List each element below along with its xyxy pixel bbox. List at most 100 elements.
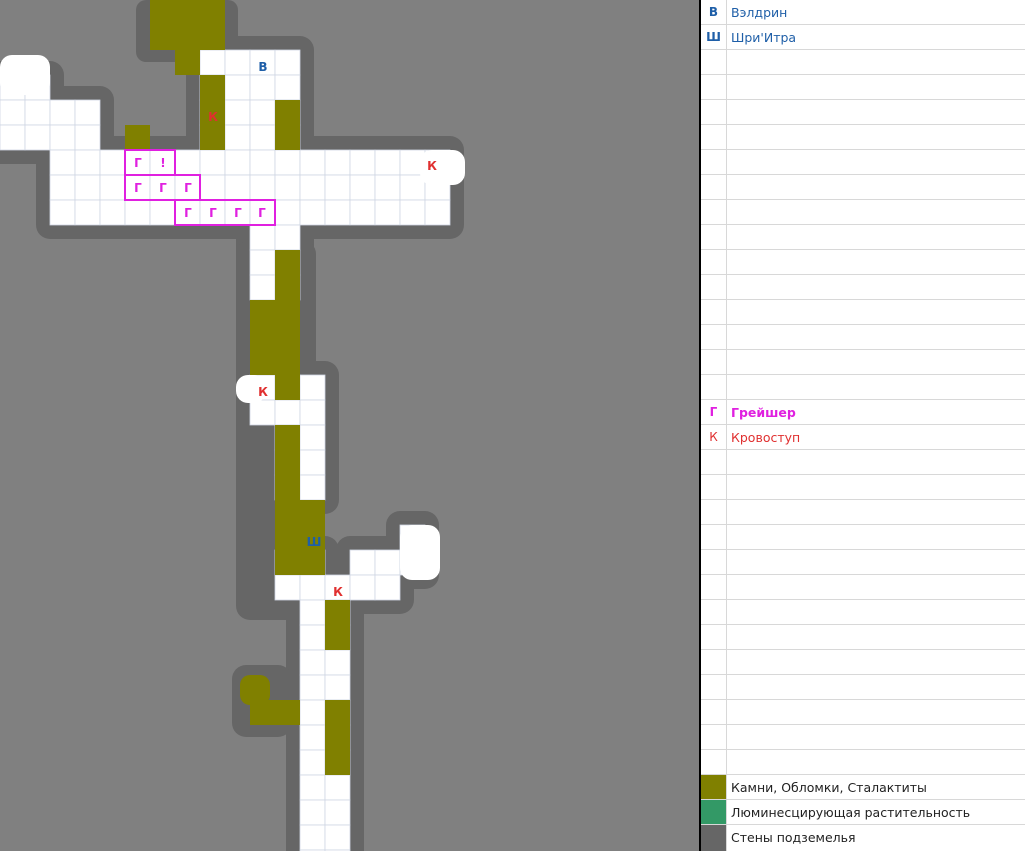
floor-cell: [299, 799, 326, 826]
legend-symbol-shri: Ш: [701, 25, 727, 49]
legend-label-graysher: Грейшер: [731, 405, 796, 420]
krovostup-token: К: [427, 159, 437, 173]
rocks-rubble-area: [275, 375, 300, 400]
graysher-token: Г: [184, 181, 192, 195]
floor-cell: [299, 474, 326, 501]
legend-empty-cell: [701, 500, 727, 524]
dungeon-map: Г !Г Г ГГ Г Г ГВШКККК: [0, 0, 465, 851]
graysher-token: Г: [258, 206, 266, 220]
floor-cell: [0, 124, 26, 151]
floor-cell: [224, 149, 251, 176]
legend-empty-row: [701, 500, 1025, 525]
rocks-rubble-area: [325, 600, 350, 650]
graysher-token: Г: [209, 206, 217, 220]
floor-cell: [24, 99, 51, 126]
legend-empty-cell: [701, 725, 727, 749]
graysher-token: Г: [134, 156, 142, 170]
floor-cell: [174, 149, 201, 176]
floor-cell: [99, 199, 126, 226]
rocks-rubble-area: [250, 300, 300, 375]
floor-cell: [199, 174, 226, 201]
floor-cell: [124, 199, 151, 226]
floor-cell: [299, 824, 326, 851]
legend-empty-row: [701, 175, 1025, 200]
legend-swatch-rocks: [701, 775, 727, 799]
legend-empty-cell: [701, 275, 727, 299]
shri-token: Ш: [307, 535, 322, 549]
legend-symbol-graysher: Г: [701, 400, 727, 424]
graysher-token: Г: [134, 181, 142, 195]
legend-empty-cell: [701, 250, 727, 274]
legend-empty-cell: [701, 75, 727, 99]
floor-cell: [224, 124, 251, 151]
rocks-rubble-area: [125, 125, 150, 150]
legend-empty-row: [701, 350, 1025, 375]
krovostup-token: К: [258, 385, 268, 399]
floor-blob: [0, 55, 50, 95]
floor-cell: [24, 124, 51, 151]
legend-empty-row: [701, 150, 1025, 175]
legend-empty-row: [701, 375, 1025, 400]
floor-cell: [49, 174, 76, 201]
legend-label-krovostup: Кровоступ: [731, 430, 801, 445]
legend-empty-row: [701, 725, 1025, 750]
floor-blob: [400, 525, 440, 580]
alert-mark: !: [160, 156, 165, 170]
legend-empty-cell: [701, 100, 727, 124]
floor-cell: [224, 49, 251, 76]
legend-empty-cell: [701, 525, 727, 549]
legend-row-shri: Ш Шри'Итра: [701, 25, 1025, 50]
legend-label-fungus: Люминесцирующая растительность: [731, 805, 971, 820]
legend-empty-row: [701, 750, 1025, 775]
legend-empty-row: [701, 225, 1025, 250]
legend-label-walls: Стены подземелья: [731, 830, 856, 845]
floor-cell: [249, 174, 276, 201]
floor-cell: [224, 99, 251, 126]
floor-cell: [299, 749, 326, 776]
legend-swatch-fungus: [701, 800, 727, 824]
floor-cell: [374, 199, 401, 226]
floor-cell: [324, 674, 351, 701]
floor-cell: [224, 74, 251, 101]
legend-row-fungus: Люминесцирующая растительность: [701, 800, 1025, 825]
legend-symbol-krovostup: К: [701, 425, 727, 449]
legend-empty-cell: [701, 125, 727, 149]
legend-panel: В Вэлдрин Ш Шри'Итра Г Грейшер К Кровост…: [699, 0, 1025, 851]
legend-row-rocks: Камни, Обломки, Сталактиты: [701, 775, 1025, 800]
legend-label-veldrin: Вэлдрин: [731, 5, 788, 20]
legend-empty-row: [701, 325, 1025, 350]
floor-cell: [49, 149, 76, 176]
floor-cell: [299, 199, 326, 226]
legend-empty-cell: [701, 325, 727, 349]
floor-cell: [274, 399, 301, 426]
legend-empty-row: [701, 275, 1025, 300]
floor-cell: [249, 224, 276, 251]
legend-empty-cell: [701, 675, 727, 699]
floor-cell: [299, 774, 326, 801]
floor-cell: [274, 574, 301, 601]
floor-cell: [74, 199, 101, 226]
floor-cell: [299, 374, 326, 401]
legend-empty-cell: [701, 300, 727, 324]
rocks-rubble-area: [175, 50, 200, 75]
floor-cell: [324, 824, 351, 851]
legend-empty-cell: [701, 175, 727, 199]
legend-empty-row: [701, 450, 1025, 475]
floor-cell: [399, 174, 426, 201]
legend-row-graysher: Г Грейшер: [701, 400, 1025, 425]
legend-empty-row: [701, 100, 1025, 125]
rocks-rubble-area: [275, 425, 300, 500]
floor-cell: [299, 649, 326, 676]
graysher-token: Г: [184, 206, 192, 220]
floor-cell: [374, 149, 401, 176]
rocks-rubble-area: [240, 675, 270, 705]
floor-cell: [49, 124, 76, 151]
floor-cell: [349, 574, 376, 601]
legend-empty-cell: [701, 450, 727, 474]
legend-swatch-walls: [701, 825, 727, 851]
floor-cell: [299, 424, 326, 451]
legend-empty-row: [701, 525, 1025, 550]
legend-empty-row: [701, 625, 1025, 650]
floor-cell: [249, 124, 276, 151]
floor-cell: [349, 149, 376, 176]
